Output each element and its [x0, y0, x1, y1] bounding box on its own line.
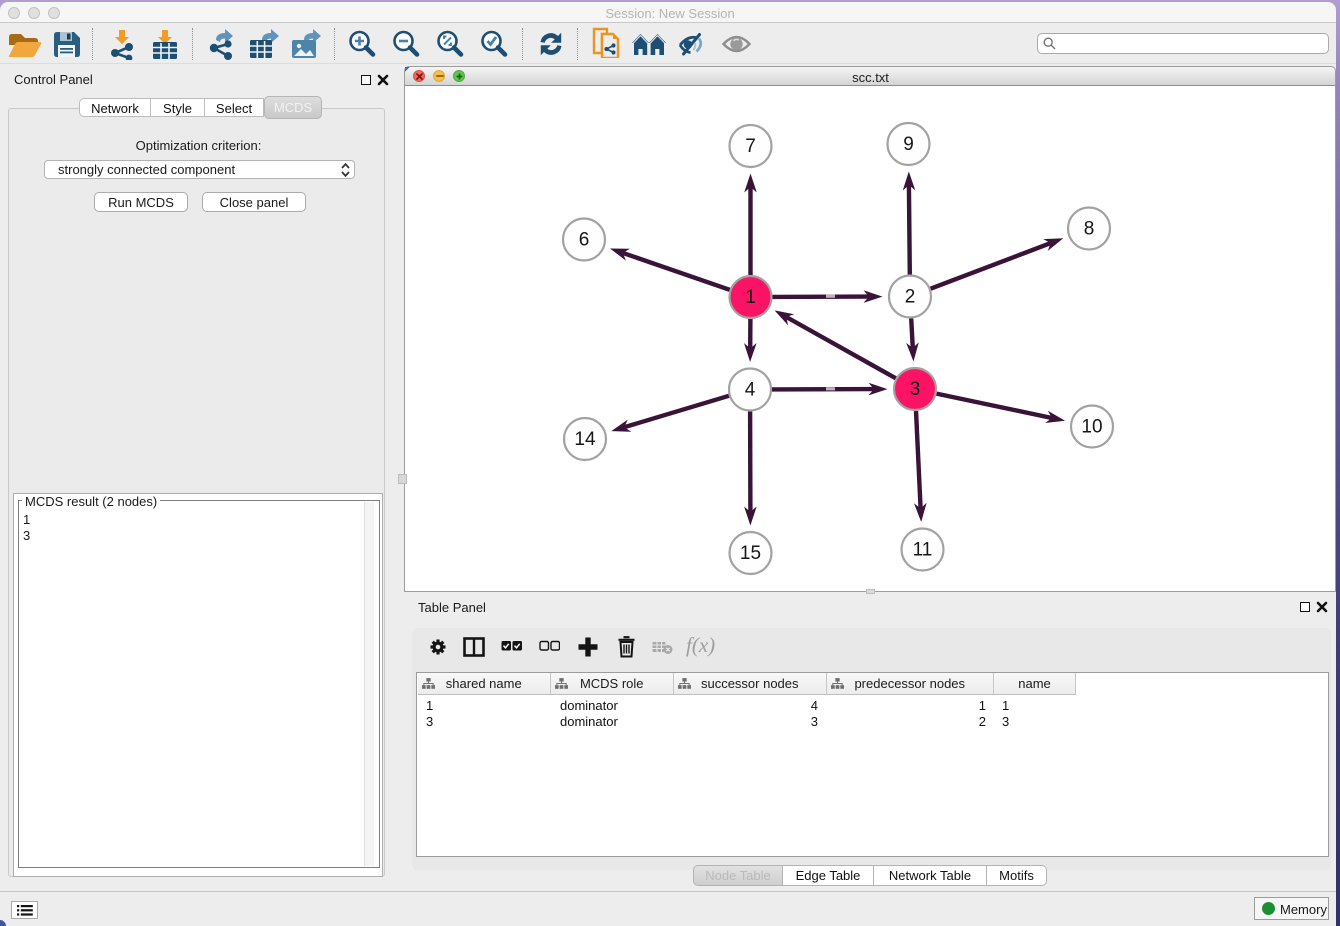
svg-text:4: 4 [745, 380, 756, 401]
svg-text:1: 1 [745, 287, 756, 308]
svg-text:7: 7 [745, 136, 756, 157]
svg-text:15: 15 [740, 543, 761, 564]
svg-text:3: 3 [910, 379, 921, 400]
svg-text:10: 10 [1081, 417, 1102, 438]
svg-text:6: 6 [579, 230, 590, 251]
svg-text:2: 2 [905, 287, 916, 308]
svg-text:8: 8 [1084, 219, 1095, 240]
svg-text:9: 9 [903, 134, 914, 155]
svg-text:14: 14 [574, 429, 596, 450]
svg-text:11: 11 [913, 540, 933, 561]
